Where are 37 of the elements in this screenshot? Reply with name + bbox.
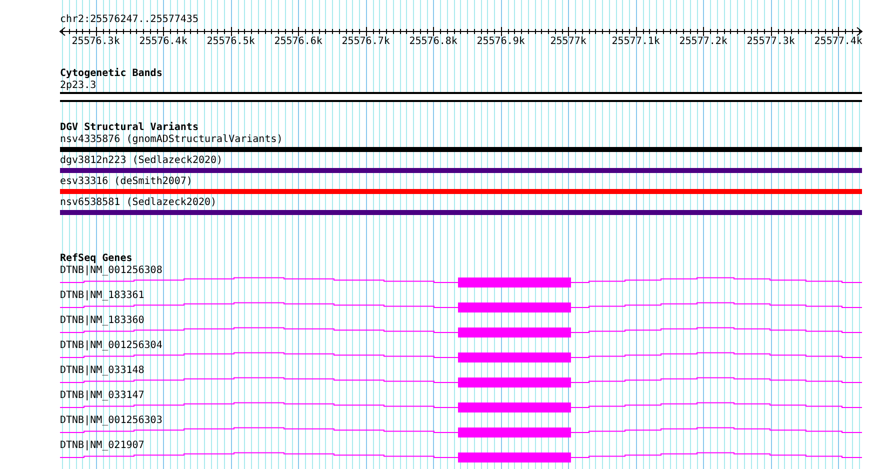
- variant-label: dgv3812n223 (Sedlazeck2020): [60, 155, 223, 166]
- gene-model-drawing[interactable]: [60, 277, 862, 290]
- scale-label: 25577.1k: [612, 36, 660, 47]
- variant-label: nsv4335876 (gnomADStructuralVariants): [60, 134, 283, 145]
- gene-label: DTNB|NM_001256308: [60, 265, 162, 276]
- gene-model-drawing[interactable]: [60, 452, 862, 465]
- track-title: RefSeq Genes: [60, 253, 132, 264]
- gene-label: DTNB|NM_033148: [60, 365, 144, 376]
- gene-label: DTNB|NM_033147: [60, 390, 144, 401]
- gene-model-drawing[interactable]: [60, 402, 862, 415]
- scale-label: 25577.2k: [679, 36, 728, 47]
- scale-label: 25576.6k: [274, 36, 322, 47]
- scale-label: 25576.5k: [206, 36, 255, 47]
- gene-model-drawing[interactable]: [60, 302, 862, 315]
- scale-label: 25576.4k: [139, 36, 188, 47]
- gene-model-drawing[interactable]: [60, 377, 862, 390]
- location-label: chr2:25576247..25577435: [60, 14, 198, 25]
- gene-label: DTNB|NM_183361: [60, 290, 144, 301]
- track-title: Cytogenetic Bands: [60, 68, 162, 79]
- gene-label: DTNB|NM_001256303: [60, 415, 162, 426]
- gene-model-drawing[interactable]: [60, 327, 862, 340]
- track-title: DGV Structural Variants: [60, 122, 198, 133]
- gene-label: DTNB|NM_021907: [60, 440, 144, 451]
- scale-label: 25577.3k: [746, 36, 795, 47]
- scale-label: 25576.7k: [342, 36, 390, 47]
- variant-label: esv33316 (deSmith2007): [60, 176, 192, 187]
- scale-label: 25577.4k: [814, 36, 862, 47]
- variant-label: nsv6538581 (Sedlazeck2020): [60, 197, 217, 208]
- gene-label: DTNB|NM_183360: [60, 315, 144, 326]
- scale-label: 25576.9k: [476, 36, 525, 47]
- scale-label: 25576.8k: [409, 36, 458, 47]
- gene-model-drawing[interactable]: [60, 352, 862, 365]
- band-label: 2p23.3: [60, 80, 96, 91]
- gene-label: DTNB|NM_001256304: [60, 340, 162, 351]
- gene-model-drawing[interactable]: [60, 427, 862, 440]
- scale-label: 25576.3k: [72, 36, 120, 47]
- scale-label: 25577k: [550, 36, 586, 47]
